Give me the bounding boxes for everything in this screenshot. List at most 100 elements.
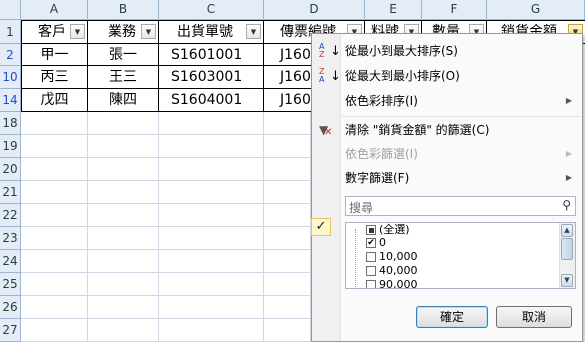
filter-value-list[interactable]: (全選) ✔ 0 10,000 40,000 90,000 ▲ ▼: [345, 222, 576, 289]
column-header-a[interactable]: A: [21, 0, 88, 20]
row-header[interactable]: 24: [0, 250, 21, 273]
checkbox-checked[interactable]: ✔: [366, 238, 376, 248]
list-scrollbar[interactable]: ▲ ▼: [559, 223, 575, 288]
column-header-b[interactable]: B: [88, 0, 159, 20]
checkbox-unchecked[interactable]: [366, 280, 376, 288]
data-cell[interactable]: 丙三: [21, 66, 88, 89]
empty-cell[interactable]: [21, 319, 88, 342]
empty-cell[interactable]: [264, 181, 311, 204]
empty-cell[interactable]: [88, 204, 159, 227]
empty-cell[interactable]: [88, 273, 159, 296]
empty-cell[interactable]: [21, 135, 88, 158]
empty-cell[interactable]: [88, 319, 159, 342]
column-header-f[interactable]: F: [422, 0, 487, 20]
data-cell[interactable]: 張一: [88, 44, 159, 66]
menu-item-clear-filter[interactable]: ▼ ✕ 清除 "銷貨金額" 的篩選(C): [312, 119, 582, 141]
data-cell[interactable]: 王三: [88, 66, 159, 89]
data-cell[interactable]: 甲一: [21, 44, 88, 66]
header-cell-order-no[interactable]: 出貨單號 ▼: [159, 20, 264, 44]
row-header[interactable]: 20: [0, 158, 21, 181]
row-header[interactable]: 21: [0, 181, 21, 204]
checkbox-unchecked[interactable]: [366, 266, 376, 276]
empty-cell[interactable]: [264, 158, 311, 181]
empty-cell[interactable]: [21, 250, 88, 273]
empty-cell[interactable]: [88, 181, 159, 204]
row-header[interactable]: 2: [0, 44, 21, 66]
column-header-g[interactable]: G: [487, 0, 585, 20]
empty-cell[interactable]: [88, 227, 159, 250]
menu-item-number-filters[interactable]: 數字篩選(F) ▶: [312, 167, 582, 189]
data-cell[interactable]: J160: [264, 66, 311, 89]
select-all-corner[interactable]: [0, 0, 21, 20]
ok-button[interactable]: 確定: [416, 306, 488, 328]
empty-cell[interactable]: [159, 273, 264, 296]
list-item[interactable]: 90,000: [366, 278, 418, 288]
row-header[interactable]: 23: [0, 227, 21, 250]
empty-cell[interactable]: [159, 319, 264, 342]
row-header[interactable]: 18: [0, 112, 21, 135]
header-cell-salesperson[interactable]: 業務 ▼: [88, 20, 159, 44]
data-cell[interactable]: J160: [264, 44, 311, 66]
empty-cell[interactable]: [21, 204, 88, 227]
header-cell-customer[interactable]: 客戶 ▼: [21, 20, 88, 44]
empty-cell[interactable]: [159, 135, 264, 158]
menu-item-sort-ascending[interactable]: AZ ↓ 從最小到最大排序(S): [312, 40, 582, 62]
scroll-thumb[interactable]: [561, 238, 573, 260]
column-header-d[interactable]: D: [264, 0, 365, 20]
empty-cell[interactable]: [88, 112, 159, 135]
empty-cell[interactable]: [21, 112, 88, 135]
column-header-e[interactable]: E: [365, 0, 422, 20]
empty-cell[interactable]: [264, 319, 311, 342]
empty-cell[interactable]: [21, 296, 88, 319]
menu-item-sort-descending[interactable]: ZA ↓ 從最大到最小排序(O): [312, 65, 582, 87]
data-cell[interactable]: 戊四: [21, 89, 88, 112]
list-item[interactable]: ✔ 0: [366, 236, 386, 250]
empty-cell[interactable]: [159, 181, 264, 204]
empty-cell[interactable]: [159, 296, 264, 319]
menu-item-sort-by-color[interactable]: 依色彩排序(I) ▶: [312, 90, 582, 112]
filter-dropdown-button[interactable]: ▼: [70, 24, 85, 39]
filter-dropdown-button[interactable]: ▼: [141, 24, 156, 39]
row-header[interactable]: 10: [0, 66, 21, 89]
filter-dropdown-button[interactable]: ▼: [246, 24, 261, 39]
empty-cell[interactable]: [159, 227, 264, 250]
scroll-down-button[interactable]: ▼: [561, 274, 573, 287]
column-header-c[interactable]: C: [159, 0, 264, 20]
checkbox-unchecked[interactable]: [366, 252, 376, 262]
data-cell[interactable]: J160: [264, 89, 311, 112]
empty-cell[interactable]: [264, 250, 311, 273]
list-item[interactable]: 40,000: [366, 264, 418, 278]
empty-cell[interactable]: [159, 250, 264, 273]
row-header[interactable]: 1: [0, 20, 21, 44]
empty-cell[interactable]: [88, 296, 159, 319]
checkbox-partial[interactable]: [366, 225, 376, 235]
empty-cell[interactable]: [159, 112, 264, 135]
data-cell[interactable]: S1604001: [159, 89, 264, 112]
data-cell[interactable]: 陳四: [88, 89, 159, 112]
row-header[interactable]: 26: [0, 296, 21, 319]
empty-cell[interactable]: [21, 181, 88, 204]
row-header[interactable]: 22: [0, 204, 21, 227]
list-item-select-all[interactable]: (全選): [366, 223, 410, 237]
search-input[interactable]: 搜尋 ⚲: [345, 196, 576, 216]
empty-cell[interactable]: [88, 250, 159, 273]
empty-cell[interactable]: [88, 158, 159, 181]
row-header[interactable]: 25: [0, 273, 21, 296]
empty-cell[interactable]: [21, 158, 88, 181]
empty-cell[interactable]: [159, 204, 264, 227]
list-item[interactable]: 10,000: [366, 250, 418, 264]
empty-cell[interactable]: [21, 273, 88, 296]
data-cell[interactable]: S1601001: [159, 44, 264, 66]
empty-cell[interactable]: [264, 112, 311, 135]
scroll-up-button[interactable]: ▲: [561, 224, 573, 237]
empty-cell[interactable]: [21, 227, 88, 250]
data-cell[interactable]: S1603001: [159, 66, 264, 89]
empty-cell[interactable]: [264, 296, 311, 319]
empty-cell[interactable]: [88, 135, 159, 158]
row-header[interactable]: 27: [0, 319, 21, 342]
empty-cell[interactable]: [159, 158, 264, 181]
empty-cell[interactable]: [264, 273, 311, 296]
empty-cell[interactable]: [264, 135, 311, 158]
row-header[interactable]: 19: [0, 135, 21, 158]
cancel-button[interactable]: 取消: [496, 306, 572, 328]
